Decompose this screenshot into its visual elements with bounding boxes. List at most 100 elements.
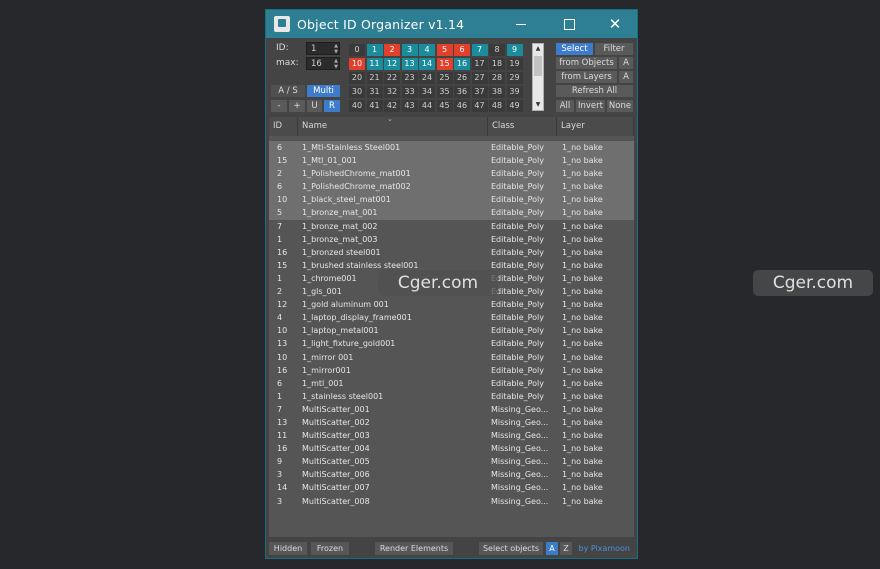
col-header-layer[interactable]: Layer [557,117,634,136]
id-cell[interactable]: 35 [436,86,453,98]
minimize-button[interactable] [498,10,544,38]
id-cell[interactable]: 39 [506,86,523,98]
spinner-arrows-icon[interactable]: ▲ ▼ [334,43,338,55]
id-cell[interactable]: 28 [489,72,505,84]
table-row[interactable]: 1 1_stainless steel001 Editable_Poly 1_no b… [269,390,634,403]
id-cell[interactable]: 17 [471,58,488,70]
r-button[interactable]: R [324,100,340,112]
id-cell[interactable]: 8 [489,44,505,56]
col-header-id[interactable]: ID [269,117,298,136]
table-row[interactable]: 4 1_laptop_display_frame001 Editable_Poly 1… [269,311,634,324]
scroll-thumb[interactable] [534,56,542,76]
id-cell[interactable]: 21 [366,72,383,84]
id-cell[interactable]: 43 [401,100,418,112]
from-objects-button[interactable]: from Objects [556,57,617,69]
table-row[interactable]: 3 MultiScatter_008 Missing_Geo... 1_no bake [269,495,634,508]
id-cell[interactable]: 9 [506,44,523,56]
id-cell[interactable]: 25 [436,72,453,84]
sort-z-button[interactable]: Z [560,542,572,555]
id-cell[interactable]: 38 [489,86,505,98]
id-cell[interactable]: 24 [419,72,435,84]
id-cell[interactable]: 4 [419,44,435,56]
max-spinner[interactable]: 16 ▲ ▼ [306,57,340,70]
id-cell[interactable]: 40 [349,100,365,112]
id-cell[interactable]: 49 [506,100,523,112]
credit-link[interactable]: by Pixamoon [578,542,630,555]
id-cell[interactable]: 23 [401,72,418,84]
table-row[interactable]: 15 1_Mtl_01_001 Editable_Poly 1_no bake [269,154,634,168]
u-button[interactable]: U [307,100,322,112]
id-cell[interactable]: 47 [471,100,488,112]
col-header-name[interactable]: Name [298,117,488,136]
select-mode-button[interactable]: Select [556,43,593,55]
id-cell[interactable]: 31 [366,86,383,98]
from-layers-button[interactable]: from Layers [556,71,617,83]
table-row[interactable]: 7 1_bronze_mat_002 Editable_Poly 1_no bake [269,220,634,233]
id-cell[interactable]: 7 [471,44,488,56]
table-row[interactable]: 13 MultiScatter_002 Missing_Geo... 1_no bak… [269,416,634,429]
from-objects-a-button[interactable]: A [619,57,633,69]
table-row[interactable]: 6 1_Mtl-Stainless Steel001 Editable_Poly 1_… [269,141,634,155]
table-row[interactable]: 6 1_mtl_001 Editable_Poly 1_no bake [269,377,634,390]
scroll-down-icon[interactable]: ▼ [533,100,543,110]
table-row[interactable]: 2 1_PolishedChrome_mat001 Editable_Poly 1_n… [269,167,634,181]
id-cell[interactable]: 30 [349,86,365,98]
id-cell[interactable]: 20 [349,72,365,84]
col-header-class[interactable]: Class [488,117,557,136]
table-row[interactable]: 1 1_bronze_mat_003 Editable_Poly 1_no bake [269,233,634,246]
multi-button[interactable]: Multi [307,85,340,97]
from-layers-a-button[interactable]: A [619,71,633,83]
id-cell[interactable]: 13 [401,58,418,70]
table-row[interactable]: 5 1_bronze_mat_001 Editable_Poly 1_no bake [269,206,634,220]
id-cell[interactable]: 3 [401,44,418,56]
id-cell[interactable]: 33 [401,86,418,98]
id-cell[interactable]: 46 [454,100,470,112]
frozen-button[interactable]: Frozen [311,542,349,555]
id-cell[interactable]: 16 [454,58,470,70]
id-cell[interactable]: 27 [471,72,488,84]
spinner-arrows-icon[interactable]: ▲ ▼ [334,58,338,70]
id-cell[interactable]: 15 [436,58,453,70]
table-row[interactable]: 10 1_laptop_metal001 Editable_Poly 1_no bak… [269,324,634,337]
title-bar[interactable]: Object ID Organizer v1.14 ✕ [266,10,637,38]
id-cell[interactable]: 19 [506,58,523,70]
id-cell[interactable]: 48 [489,100,505,112]
invert-button[interactable]: Invert [576,100,605,112]
id-cell[interactable]: 14 [419,58,435,70]
close-button[interactable]: ✕ [592,10,638,38]
table-row[interactable]: 16 MultiScatter_004 Missing_Geo... 1_no bak… [269,442,634,455]
id-spinner[interactable]: 1 ▲ ▼ [306,42,340,55]
minus-button[interactable]: - [271,100,287,112]
id-cell[interactable]: 26 [454,72,470,84]
grid-scrollbar[interactable]: ▲ ▼ [532,43,544,111]
id-cell[interactable]: 32 [384,86,400,98]
sort-a-button[interactable]: A [546,542,558,555]
id-cell[interactable]: 22 [384,72,400,84]
hidden-button[interactable]: Hidden [269,542,307,555]
id-cell[interactable]: 44 [419,100,435,112]
refresh-all-button[interactable]: Refresh All [556,85,633,97]
id-cell[interactable]: 37 [471,86,488,98]
id-cell[interactable]: 45 [436,100,453,112]
render-elements-button[interactable]: Render Elements [375,542,453,555]
table-row[interactable]: 10 1_black_steel_mat001 Editable_Poly 1_no … [269,193,634,207]
plus-button[interactable]: + [289,100,305,112]
table-row[interactable]: 13 1_light_fixture_gold001 Editable_Poly 1_… [269,337,634,350]
id-cell[interactable]: 12 [384,58,400,70]
table-row[interactable]: 10 1_mirror 001 Editable_Poly 1_no bake [269,351,634,364]
table-row[interactable]: 3 MultiScatter_006 Missing_Geo... 1_no bake [269,468,634,481]
filter-mode-button[interactable]: Filter [595,43,633,55]
id-cell[interactable]: 36 [454,86,470,98]
table-row[interactable]: 11 MultiScatter_003 Missing_Geo... 1_no bak… [269,429,634,442]
table-row[interactable]: 14 MultiScatter_007 Missing_Geo... 1_no bak… [269,481,634,494]
as-toggle-button[interactable]: A / S [271,85,305,97]
id-cell[interactable]: 1 [366,44,383,56]
id-cell[interactable]: 41 [366,100,383,112]
table-row[interactable]: 12 1_gold aluminum 001 Editable_Poly 1_no b… [269,298,634,311]
id-cell[interactable]: 18 [489,58,505,70]
id-cell[interactable]: 29 [506,72,523,84]
id-cell[interactable]: 34 [419,86,435,98]
none-button[interactable]: None [607,100,633,112]
scroll-up-icon[interactable]: ▲ [533,44,543,54]
id-cell[interactable]: 11 [366,58,383,70]
